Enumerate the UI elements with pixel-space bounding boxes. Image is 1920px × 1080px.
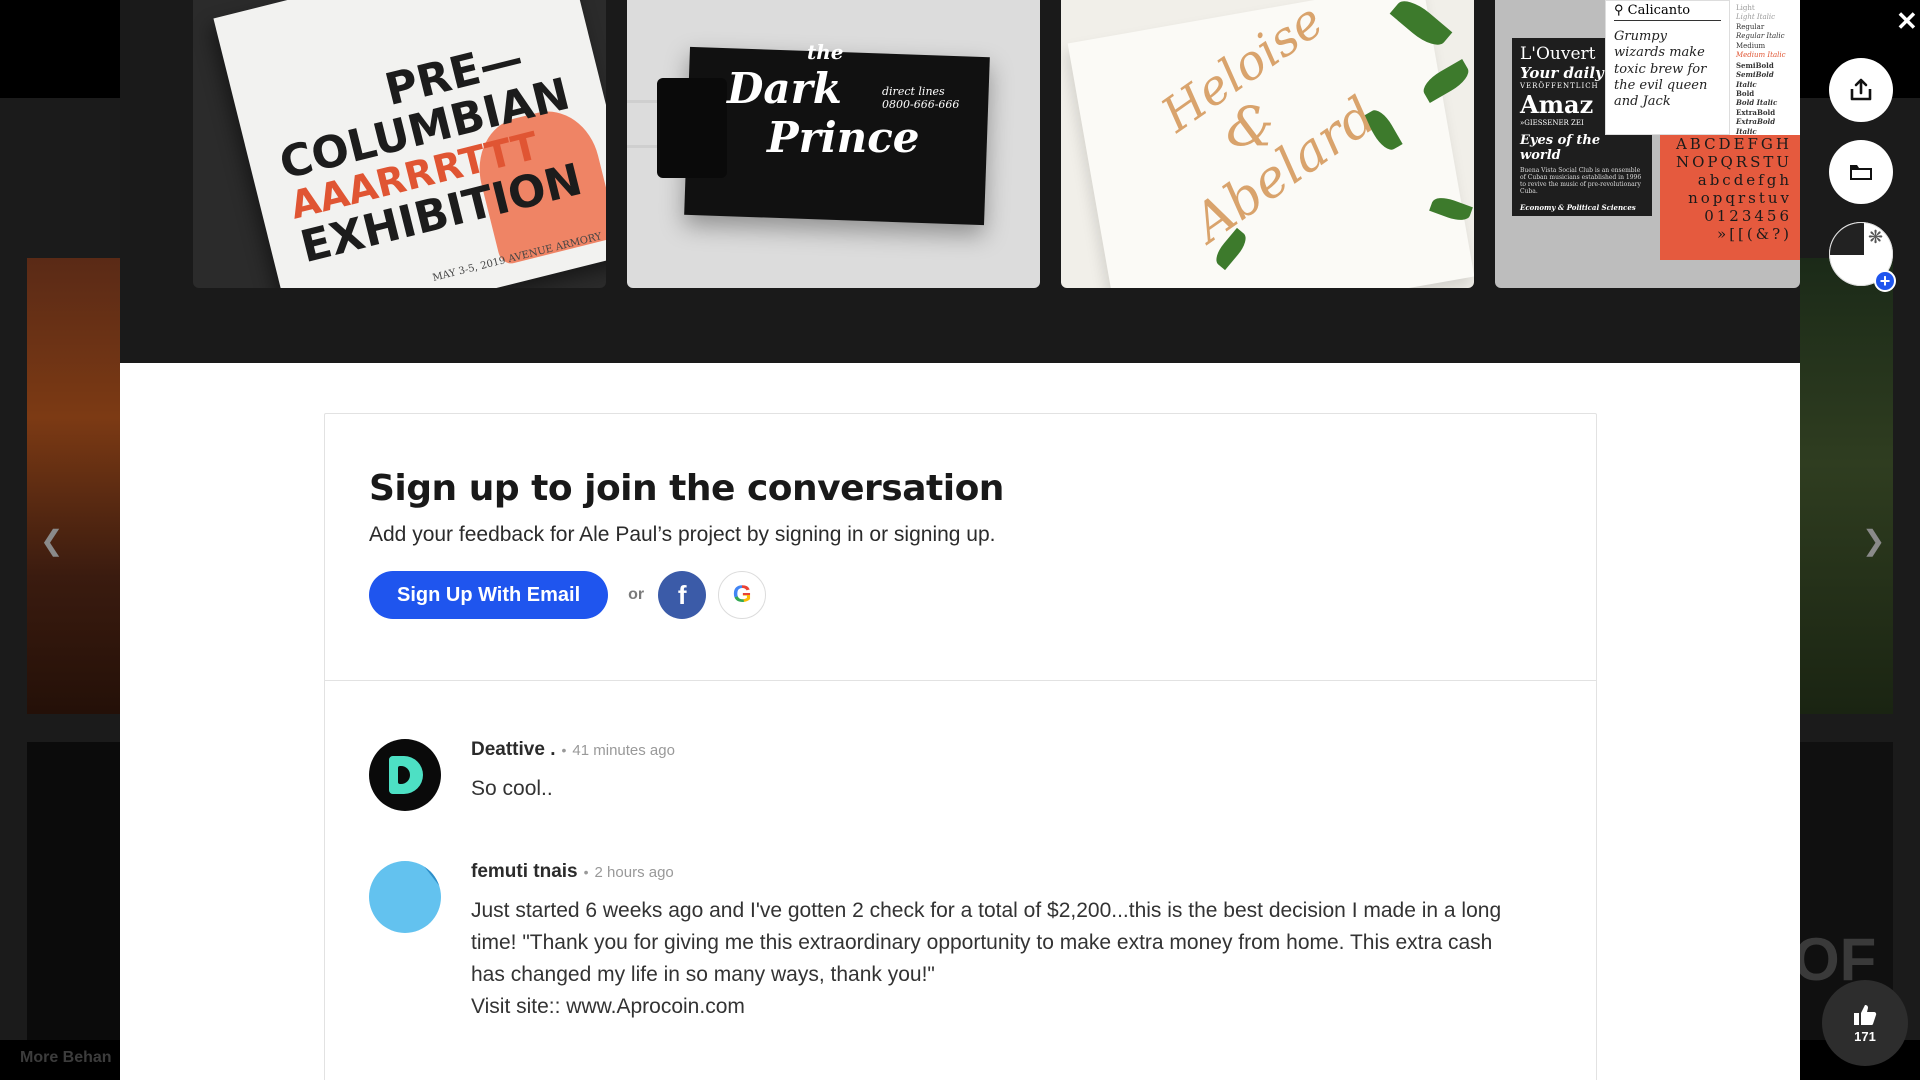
specimen-text: Buena Vista Social Club is an ensemble o… [1520, 167, 1642, 195]
business-card-contact: direct lines 0800-666-666 [882, 85, 959, 111]
owner-avatar-glyph: ❋ [1868, 227, 1884, 247]
weight-item: Light [1736, 4, 1755, 12]
google-signin-button[interactable]: G [718, 571, 767, 619]
poster: PRE— COLUMBIAN AAARRRTTT EXHIBITION MAY … [213, 0, 606, 288]
specimen-glyphs: abcdefgh [1697, 171, 1792, 189]
specimen-glyphs: nopqrstuv [1688, 189, 1792, 207]
chevron-right-icon[interactable]: ❯ [1862, 524, 1885, 557]
comment-item: femuti tnais • 2 hours ago Just started … [369, 861, 1552, 1023]
specimen-red-card: ABCDEFGH NOPQRSTU abcdefgh nopqrstuv 012… [1660, 135, 1800, 260]
weight-item: Medium [1736, 41, 1766, 50]
specimen-pangram: Grumpy wizards make toxic brew for the e… [1614, 29, 1708, 109]
signup-subtitle: Add your feedback for Ale Paul’s project… [369, 523, 996, 546]
follow-owner-button[interactable]: ❋ + [1829, 222, 1896, 292]
gallery-image-type-specimen[interactable]: L'Ouvert Your daily VERÖFFENTLICH Amaz »… [1495, 0, 1800, 288]
comment-body: femuti tnais • 2 hours ago Just started … [471, 861, 1531, 1023]
comment-author[interactable]: Deattive . [471, 739, 555, 761]
more-behance-label[interactable]: More Behan [20, 1049, 112, 1067]
specimen-text: Eyes of the world [1520, 133, 1601, 163]
comment-item: Deattive . • 41 minutes ago So cool.. [369, 739, 1552, 811]
google-icon: G [732, 581, 752, 608]
specimen-white-card: ⚲ Calicanto Grumpy wizards make toxic br… [1605, 0, 1730, 135]
comments-list: Deattive . • 41 minutes ago So cool.. fe… [325, 681, 1596, 1023]
comments-panel: Sign up to join the conversation Add you… [324, 413, 1597, 1080]
owner-avatar-photo [1830, 223, 1864, 255]
specimen-glyphs: NOPQRSTU [1675, 153, 1792, 171]
signup-title: Sign up to join the conversation [369, 468, 1004, 509]
background-project-right[interactable] [1800, 258, 1893, 714]
gallery-image-exhibition-poster[interactable]: PRE— COLUMBIAN AAARRRTTT EXHIBITION MAY … [193, 0, 606, 288]
separator-dot: • [583, 864, 589, 880]
background-project-left[interactable] [27, 258, 120, 714]
separator-dot: • [561, 742, 567, 758]
weight-item: Regular Italic [1736, 32, 1785, 41]
specimen-weights: Light Light Italic Regular Regular Itali… [1730, 0, 1800, 136]
facebook-icon: f [677, 579, 687, 610]
signup-actions: Sign Up With Email or f G [369, 571, 1552, 619]
project-gallery: PRE— COLUMBIAN AAARRRTTT EXHIBITION MAY … [120, 0, 1800, 363]
specimen-glyphs: 0123456 [1704, 207, 1792, 225]
weight-item: Bold Italic [1736, 98, 1778, 108]
chevron-left-icon[interactable]: ❮ [40, 524, 63, 557]
search-icon: ⚲ [1614, 3, 1628, 18]
project-modal: PRE— COLUMBIAN AAARRRTTT EXHIBITION MAY … [120, 0, 1800, 1080]
gallery-image-business-card[interactable]: the Dark Prince direct lines 0800-666-66… [627, 0, 1040, 288]
brand-prince: Prince [767, 113, 920, 162]
comment-author[interactable]: femuti tnais [471, 861, 578, 883]
save-to-collection-button[interactable] [1829, 140, 1893, 204]
sign-up-with-email-button[interactable]: Sign Up With Email [369, 571, 609, 619]
background-project-left-2[interactable] [27, 742, 120, 1080]
comment-text: Just started 6 weeks ago and I've gotten… [471, 899, 1502, 1018]
comment-header: femuti tnais • 2 hours ago [471, 861, 1531, 883]
gallery-image-wedding-card[interactable]: Heloise & Abelard [1061, 0, 1474, 288]
contact-line-1: direct lines [882, 85, 945, 98]
avatar-logo [387, 865, 441, 911]
weight-item: ExtraBold Italic [1736, 117, 1776, 136]
brand-the: the [807, 40, 844, 64]
weight-item: Bold [1736, 88, 1755, 98]
weight-item: Medium Italic [1736, 51, 1786, 60]
comment-timestamp: 2 hours ago [594, 864, 674, 881]
share-button[interactable] [1829, 58, 1893, 122]
weight-item: ExtraBold [1736, 107, 1776, 117]
folder-icon [1850, 165, 1872, 180]
specimen-glyphs: ABCDEFGH [1675, 135, 1792, 153]
specimen-font-name: ⚲ Calicanto [1614, 3, 1721, 21]
avatar-logo [389, 756, 423, 794]
weight-item: SemiBold [1736, 60, 1774, 70]
avatar[interactable] [369, 861, 441, 933]
or-separator: or [628, 586, 645, 603]
specimen-text: Economy & Political Sciences [1520, 203, 1636, 212]
comment-body: Deattive . • 41 minutes ago So cool.. [471, 739, 675, 811]
weight-item: Light Italic [1736, 13, 1776, 22]
facebook-signin-button[interactable]: f [658, 571, 707, 619]
appreciate-button[interactable]: 171 [1822, 980, 1908, 1066]
binder-clip [657, 78, 727, 178]
signup-section: Sign up to join the conversation Add you… [325, 414, 1596, 681]
thumbs-up-icon [1854, 1004, 1877, 1025]
plus-icon[interactable]: + [1874, 270, 1896, 292]
comment-header: Deattive . • 41 minutes ago [471, 739, 675, 761]
comment-text: So cool.. [471, 777, 553, 800]
close-icon[interactable]: ✕ [1896, 8, 1918, 34]
avatar[interactable] [369, 739, 441, 811]
specimen-glyphs: »[[(&?) [1717, 225, 1792, 243]
specimen-font-name-text: Calicanto [1627, 3, 1691, 18]
share-icon [1850, 78, 1872, 101]
comment-timestamp: 41 minutes ago [572, 742, 675, 759]
weight-item: Regular [1736, 22, 1765, 31]
appreciation-count: 171 [1854, 1028, 1876, 1044]
weight-item: SemiBold Italic [1736, 70, 1774, 89]
contact-line-2: 0800-666-666 [882, 98, 960, 111]
